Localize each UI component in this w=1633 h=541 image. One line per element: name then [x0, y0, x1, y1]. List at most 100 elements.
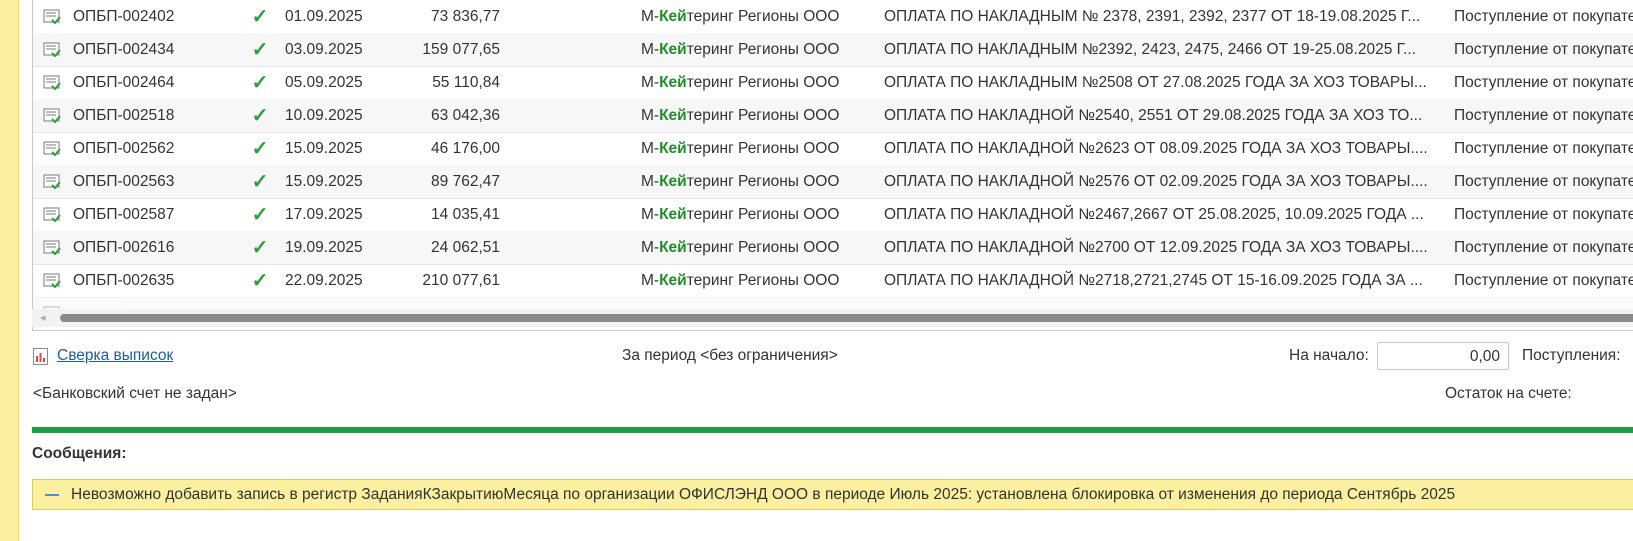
posted-check-icon: ✓: [251, 138, 269, 160]
counterparty: М-Кейтеринг Регионы ООО: [641, 173, 840, 190]
posted-check-icon: ✓: [251, 105, 269, 127]
table-row[interactable]: ОПБП-002587 ✓ 17.09.2025 14 035,41 М-Кей…: [33, 198, 1633, 232]
counterparty: М-Кейтеринг Регионы ООО: [641, 8, 840, 25]
document-posted-icon: [43, 141, 61, 156]
document-posted-icon: [43, 9, 61, 24]
start-balance-field[interactable]: 0,00: [1377, 342, 1509, 370]
doc-sum: 159 077,65: [422, 41, 500, 58]
counterparty: М-Кейтеринг Регионы ООО: [641, 272, 840, 289]
payment-purpose: ОПЛАТА ПО НАКЛАДНОЙ №2576 ОТ 02.09.2025 …: [884, 173, 1428, 190]
table-row[interactable]: ОПБП-002434 ✓ 03.09.2025 159 077,65 М-Ке…: [33, 33, 1633, 67]
search-highlight: Кей: [659, 107, 687, 124]
operation-type: Поступление от покупателя: [1454, 272, 1633, 289]
doc-number: ОПБП-002563: [73, 173, 175, 190]
doc-date: 15.09.2025: [285, 140, 363, 157]
doc-date: 10.09.2025: [285, 107, 363, 124]
collapse-dash-icon[interactable]: [45, 494, 59, 496]
operation-type: Поступление от покупателя: [1454, 206, 1633, 223]
doc-date: 22.09.2025: [285, 272, 363, 289]
document-posted-icon: [43, 42, 61, 57]
counterparty: М-Кейтеринг Регионы ООО: [641, 239, 840, 256]
payment-purpose: ОПЛАТА ПО НАКЛАДНЫМ №2392, 2423, 2475, 2…: [884, 41, 1417, 58]
operation-type: Поступление от покупателя: [1454, 107, 1633, 124]
doc-date: 05.09.2025: [285, 74, 363, 91]
doc-number: ОПБП-002587: [73, 206, 175, 223]
search-highlight: Кей: [659, 239, 687, 256]
operation-type: Поступление от покупателя: [1454, 74, 1633, 91]
counterparty: М-Кейтеринг Регионы ООО: [641, 140, 840, 157]
doc-sum: 63 042,36: [431, 107, 500, 124]
operation-type: Поступление от покупателя: [1454, 239, 1633, 256]
posted-check-icon: ✓: [251, 237, 269, 259]
period-filter-text[interactable]: За период <без ограничения>: [622, 346, 838, 366]
bank-account-text[interactable]: <Банковский счет не задан>: [33, 384, 237, 404]
doc-number: ОПБП-002635: [73, 272, 175, 289]
payment-purpose: ОПЛАТА ПО НАКЛАДНОЙ №2718,2721,2745 ОТ 1…: [884, 272, 1423, 289]
document-posted-icon: [43, 75, 61, 90]
horizontal-scrollbar[interactable]: ◂: [32, 309, 1633, 327]
message-text: Невозможно добавить запись в регистр Зад…: [71, 486, 1456, 503]
doc-number: ОПБП-002518: [73, 107, 175, 124]
posted-check-icon: ✓: [251, 171, 269, 193]
operation-type: Поступление от покупателя: [1454, 140, 1633, 157]
document-posted-icon: [43, 240, 61, 255]
reconcile-statements-link[interactable]: Сверка выписок: [57, 346, 173, 366]
search-highlight: Кей: [659, 206, 687, 223]
counterparty: М-Кейтеринг Регионы ООО: [641, 206, 840, 223]
counterparty: М-Кейтеринг Регионы ООО: [641, 107, 840, 124]
payment-purpose: ОПЛАТА ПО НАКЛАДНЫМ № 2378, 2391, 2392, …: [884, 8, 1421, 25]
table-row[interactable]: ОПБП-002402 ✓ 01.09.2025 73 836,77 М-Кей…: [33, 0, 1633, 34]
document-posted-icon: [43, 207, 61, 222]
doc-date: 03.09.2025: [285, 41, 363, 58]
table-row[interactable]: ОПБП-002616 ✓ 19.09.2025 24 062,51 М-Кей…: [33, 231, 1633, 265]
doc-sum: 24 062,51: [431, 239, 500, 256]
doc-sum: 55 110,84: [432, 74, 500, 91]
doc-date: 17.09.2025: [285, 206, 363, 223]
search-highlight: Кей: [659, 173, 687, 190]
scroll-left-arrow-icon[interactable]: ◂: [40, 311, 46, 324]
doc-date: 15.09.2025: [285, 173, 363, 190]
posted-check-icon: ✓: [251, 6, 269, 28]
table-row[interactable]: ОПБП-002563 ✓ 15.09.2025 89 762,47 М-Кей…: [33, 165, 1633, 199]
posted-check-icon: ✓: [251, 204, 269, 226]
doc-number: ОПБП-002464: [73, 74, 175, 91]
search-highlight: Кей: [659, 272, 687, 289]
doc-sum: 46 176,00: [431, 140, 500, 157]
document-posted-icon: [43, 108, 61, 123]
message-item[interactable]: Невозможно добавить запись в регистр Зад…: [32, 479, 1633, 510]
table-row[interactable]: ОПБП-002518 ✓ 10.09.2025 63 042,36 М-Кей…: [33, 99, 1633, 133]
table-row[interactable]: ОПБП-002635 ✓ 22.09.2025 210 077,61 М-Ке…: [33, 264, 1633, 298]
account-balance-label: Остаток на счете:: [1445, 385, 1572, 402]
search-highlight: Кей: [659, 41, 687, 58]
bank-statements-table[interactable]: ОПБП-002402 ✓ 01.09.2025 73 836,77 М-Кей…: [32, 0, 1633, 331]
doc-number: ОПБП-002562: [73, 140, 175, 157]
doc-number: ОПБП-002434: [73, 41, 175, 58]
doc-number: ОПБП-002616: [73, 239, 175, 256]
table-row[interactable]: ОПБП-002464 ✓ 05.09.2025 55 110,84 М-Кей…: [33, 66, 1633, 100]
receipts-label: Поступления:: [1522, 347, 1621, 364]
document-posted-icon: [43, 273, 61, 288]
scrollbar-thumb[interactable]: [60, 314, 1633, 322]
start-balance-label: На начало:: [1289, 347, 1369, 364]
payment-purpose: ОПЛАТА ПО НАКЛАДНОЙ №2467,2667 ОТ 25.08.…: [884, 206, 1424, 223]
messages-title: Сообщения:: [32, 445, 127, 462]
doc-sum: 89 762,47: [431, 173, 500, 190]
payment-purpose: ОПЛАТА ПО НАКЛАДНОЙ №2623 ОТ 08.09.2025 …: [884, 140, 1428, 157]
search-highlight: Кей: [659, 8, 687, 25]
table-row[interactable]: ОПБП-002562 ✓ 15.09.2025 46 176,00 М-Кей…: [33, 132, 1633, 166]
doc-sum: 210 077,61: [422, 272, 500, 289]
posted-check-icon: ✓: [251, 72, 269, 94]
payment-purpose: ОПЛАТА ПО НАКЛАДНЫМ №2508 ОТ 27.08.2025 …: [884, 74, 1427, 91]
left-panel-strip: [0, 0, 19, 541]
posted-check-icon: ✓: [251, 39, 269, 61]
operation-type: Поступление от покупателя: [1454, 8, 1633, 25]
doc-date: 01.09.2025: [285, 8, 363, 25]
section-divider: [32, 427, 1633, 433]
document-posted-icon: [43, 174, 61, 189]
counterparty: М-Кейтеринг Регионы ООО: [641, 74, 840, 91]
operation-type: Поступление от покупателя: [1454, 41, 1633, 58]
operation-type: Поступление от покупателя: [1454, 173, 1633, 190]
doc-date: 19.09.2025: [285, 239, 363, 256]
doc-sum: 73 836,77: [431, 8, 500, 25]
payment-purpose: ОПЛАТА ПО НАКЛАДНОЙ №2700 ОТ 12.09.2025 …: [884, 239, 1428, 256]
